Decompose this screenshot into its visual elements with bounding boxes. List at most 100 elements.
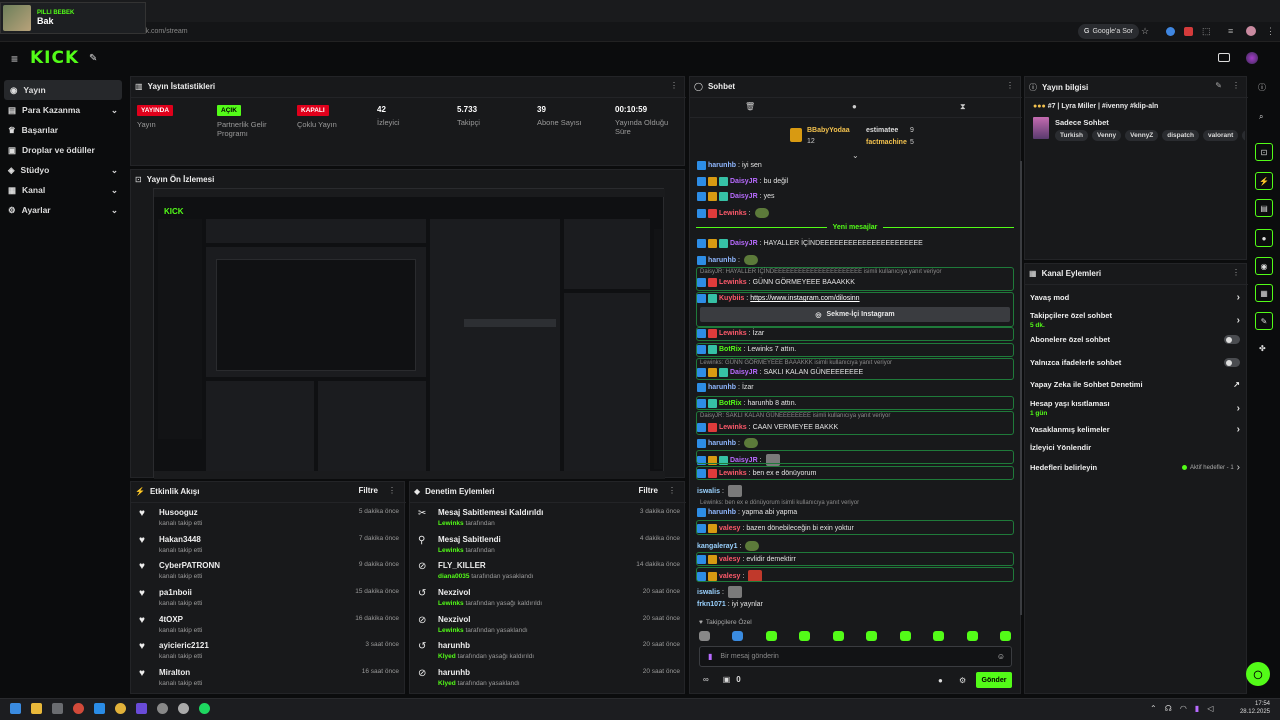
channel-action-item[interactable]: Abonelere özel sohbet (1030, 335, 1240, 344)
spotify-icon[interactable] (199, 703, 210, 714)
instagram-button[interactable]: ◎ Sekme-İçi Instagram (700, 307, 1010, 322)
moderation-item[interactable]: ⊘ harunhb Klyed tarafından yasaklandı 20 sa… (418, 668, 680, 695)
chat-message[interactable]: DaisyJR: bu değil (697, 177, 788, 186)
tag-chip[interactable]: Venny (1092, 130, 1122, 141)
channel-action-item[interactable]: Yalnızca ifadelerle sohbet (1030, 358, 1240, 367)
tag-chip[interactable]: dispatch (1162, 130, 1200, 141)
settings-icon[interactable] (178, 703, 189, 714)
chat-username[interactable]: kangaleray1 (697, 543, 737, 550)
chevron-right-icon[interactable]: › (1237, 292, 1240, 303)
sidebar-item-para-kazanma[interactable]: ▤ Para Kazanma ⌄ (0, 100, 126, 120)
rail-broadcast-button[interactable]: ◉ (1255, 257, 1273, 275)
tag-chip[interactable]: Turkish (1055, 130, 1088, 141)
event-user[interactable]: Miralton (159, 668, 202, 677)
windows-start-icon[interactable] (10, 703, 21, 714)
event-user[interactable]: 4tOXP (159, 615, 202, 624)
event-item[interactable]: ♥ Miralton kanalı takip etti 16 saat önce (139, 668, 399, 695)
emote-icon[interactable] (999, 631, 1011, 641)
moderation-item[interactable]: ↺ Nexzivol Lewinks tarafından yasağı kaldı… (418, 588, 680, 615)
filter-button[interactable]: Filtre (638, 486, 658, 495)
obs-icon[interactable] (157, 703, 168, 714)
event-user[interactable]: ayicieric2121 (159, 641, 209, 650)
profile-avatar[interactable] (1246, 26, 1256, 36)
rail-activity-button[interactable]: ⚡ (1255, 172, 1273, 190)
chat-message[interactable]: kangaleray1: (697, 541, 760, 551)
chat-username[interactable]: harunhb (708, 384, 736, 391)
channel-action-item[interactable]: İzleyici Yönlendir (1030, 443, 1240, 452)
gifter-name[interactable]: factmachine (866, 139, 907, 146)
event-item[interactable]: ♥ Husooguz kanalı takip etti 5 dakika önce (139, 508, 399, 535)
chat-username[interactable]: harunhb (708, 257, 736, 264)
gift-icon[interactable]: ▣ (723, 675, 731, 684)
event-user[interactable]: CyberPATRONN (159, 561, 220, 570)
extension-icon[interactable] (1166, 27, 1175, 36)
top-gifter-name[interactable]: BBabyYodaa (807, 127, 850, 134)
help-icon[interactable]: ⓘ (1258, 82, 1266, 93)
notification-popup[interactable]: PILLI BEBEK Bak (0, 2, 146, 34)
extensions-puzzle-icon[interactable]: ⬚ (1202, 26, 1211, 37)
url-input[interactable]: dashboard.kick.com/stream (96, 24, 1066, 39)
channel-action-item[interactable]: Yapay Zeka ile Sohbet Denetimi ↗ (1030, 380, 1240, 389)
emote-icon[interactable] (832, 631, 844, 641)
wrench-icon[interactable]: ✎ (89, 53, 97, 64)
tag-chip[interactable]: VennyZ (1125, 130, 1159, 141)
chat-username[interactable]: harunhb (708, 440, 736, 447)
edge-icon[interactable] (94, 703, 105, 714)
headset-icon[interactable]: ☊ (1165, 704, 1172, 713)
chat-username[interactable]: iswalis (697, 589, 720, 596)
chat-message[interactable]: DaisyJR: HAYALLER İÇİNDEEEEEEEEEEEEEEEEEE… (697, 239, 923, 248)
moderator-name[interactable]: Lewinks (438, 547, 464, 554)
chat-message[interactable]: iswalis: (697, 485, 742, 497)
sidebar-item-basarilar[interactable]: ♛ Başarılar (0, 120, 126, 140)
gifter-name[interactable]: estimatee (866, 127, 898, 134)
chevron-right-icon[interactable]: › (1237, 462, 1240, 473)
trash-icon[interactable]: 🗑 (745, 102, 755, 111)
emote-icon[interactable] (732, 631, 744, 641)
chevron-right-icon[interactable]: › (1237, 315, 1240, 326)
chat-username[interactable]: iswalis (697, 488, 720, 495)
user-avatar[interactable] (1246, 52, 1258, 64)
chrome-icon[interactable] (115, 703, 126, 714)
send-button[interactable]: Gönder (976, 672, 1012, 688)
microphone-icon[interactable]: ▮ (1195, 704, 1199, 713)
emoji-icon[interactable]: ☺ (997, 652, 1005, 661)
chat-input[interactable]: ▮ Bir mesaj gönderin ☺ (699, 646, 1012, 667)
clock[interactable]: 17:54 28.12.2025 (1238, 700, 1270, 716)
chat-username[interactable]: DaisyJR (730, 240, 758, 247)
chat-message[interactable]: DaisyJR: yes (697, 192, 775, 201)
moderation-item[interactable]: ⊘ FLY_KILLER diana0035 tarafından yasaklan… (418, 561, 680, 588)
filter-button[interactable]: Filtre (358, 486, 378, 495)
channel-action-item[interactable]: Hesap yaşı kısıtlaması 1 gün › (1030, 399, 1240, 417)
support-chat-icon[interactable]: ◯ (1246, 662, 1270, 686)
more-options-icon[interactable]: ⋮ (1006, 81, 1014, 90)
extension-icon[interactable] (1184, 27, 1193, 36)
chat-username[interactable]: Lewinks (719, 210, 747, 217)
chevron-down-icon[interactable]: ⌄ (852, 151, 859, 160)
moderation-item[interactable]: ✂ Mesaj Sabitlemesi Kaldırıldı Lewinks tar… (418, 508, 680, 535)
channel-action-item[interactable]: Hedefleri belirleyin Aktif hedefler - 1 › (1030, 462, 1240, 473)
chat-message[interactable]: harunhb: iyi sen (697, 161, 762, 170)
chat-message[interactable]: iswalis: (697, 586, 742, 598)
moderator-name[interactable]: diana0035 (438, 573, 469, 580)
chat-message[interactable]: harunhb: yapma abi yapma (697, 508, 797, 517)
event-item[interactable]: ♥ 4tOXP kanalı takip etti 16 dakika önce (139, 615, 399, 642)
widgets-icon[interactable]: ✤ (1259, 344, 1266, 353)
more-options-icon[interactable]: ⋮ (1232, 268, 1240, 277)
chat-settings-icon[interactable]: ● (938, 676, 943, 685)
chat-username[interactable]: DaisyJR (730, 193, 758, 200)
stream-preview-video[interactable]: KICK (153, 188, 665, 479)
more-options-icon[interactable]: ⋮ (668, 486, 676, 495)
rail-chat-button[interactable]: ● (1255, 229, 1273, 247)
chat-message[interactable]: harunhb: (697, 255, 758, 265)
more-options-icon[interactable]: ⋮ (1232, 81, 1240, 90)
moderation-item[interactable]: ↺ harunhb Klyed tarafından yasağı kaldırıl… (418, 641, 680, 668)
sidebar-item-kanal[interactable]: ▦ Kanal ⌄ (0, 180, 126, 200)
external-link-icon[interactable]: ↗ (1233, 380, 1240, 389)
emote-icon[interactable] (933, 631, 945, 641)
channel-action-item[interactable]: Yavaş mod › (1030, 292, 1240, 303)
tag-chip[interactable]: ven (1242, 130, 1245, 141)
event-item[interactable]: ♥ ayicieric2121 kanalı takip etti 3 saat ön… (139, 641, 399, 668)
event-item[interactable]: ♥ pa1nboii kanalı takip etti 15 dakika önce (139, 588, 399, 615)
toggle-switch[interactable] (1224, 335, 1240, 344)
moderator-name[interactable]: Lewinks (438, 627, 464, 634)
